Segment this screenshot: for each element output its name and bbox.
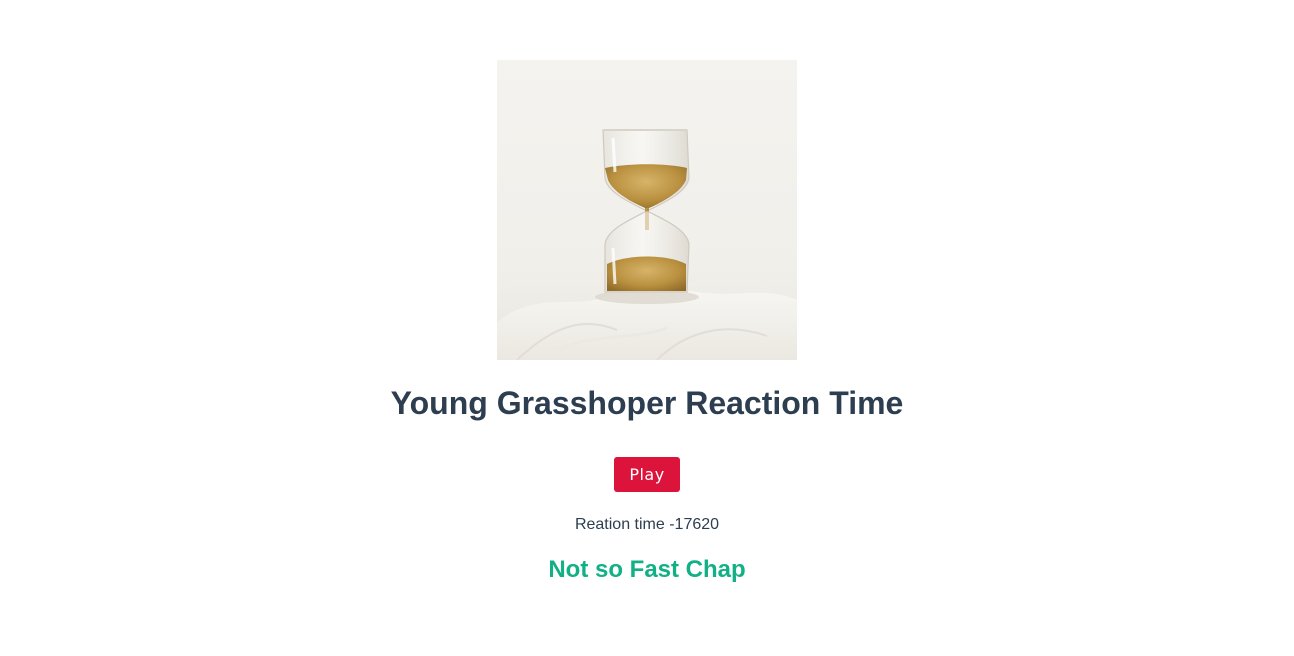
hourglass-image [497, 60, 797, 360]
reaction-time-text: Reation time -17620 [574, 516, 720, 533]
result-message: Not so Fast Chap [548, 556, 746, 583]
page-title: Young Grasshoper Reaction Time [390, 385, 904, 421]
play-button[interactable]: Play [614, 457, 680, 492]
reaction-game-page: Young Grasshoper Reaction Time Play Reat… [0, 0, 1294, 656]
